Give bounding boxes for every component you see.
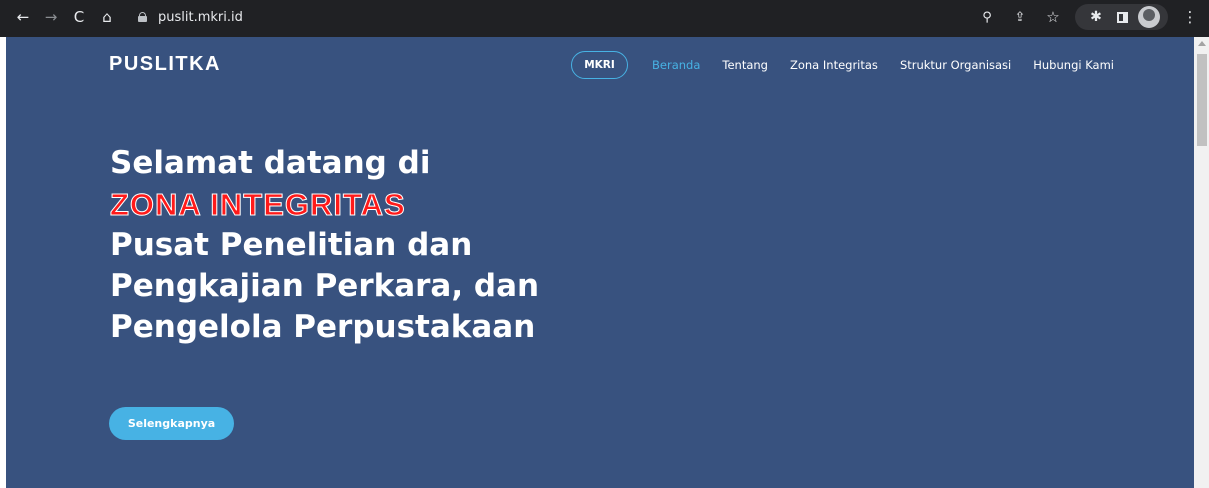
nav-zona-integritas[interactable]: Zona Integritas xyxy=(790,58,878,72)
bookmark-star-icon[interactable]: ☆ xyxy=(1042,6,1064,28)
home-icon[interactable]: ⌂ xyxy=(96,6,118,28)
menu-kebab-icon[interactable]: ⋮ xyxy=(1179,6,1201,28)
nav-hubungi-kami[interactable]: Hubungi Kami xyxy=(1033,58,1114,72)
hero-line-3: Pusat Penelitian dan xyxy=(110,227,473,263)
profile-avatar[interactable] xyxy=(1138,6,1160,28)
selengkapnya-button[interactable]: Selengkapnya xyxy=(109,407,234,440)
nav-tentang[interactable]: Tentang xyxy=(722,58,768,72)
browser-actions: ⚲ ⇪ ☆ ✱ ⋮ xyxy=(976,4,1201,30)
hero-highlight: ZONA INTEGRITAS xyxy=(109,187,406,223)
mkri-button[interactable]: MKRI xyxy=(571,51,628,79)
reload-icon[interactable]: C xyxy=(68,6,90,28)
extensions-icon[interactable]: ✱ xyxy=(1085,6,1107,28)
nav-buttons: ← → C ⌂ xyxy=(12,0,118,34)
hero-section: PUSLITKA MKRI Beranda Tentang Zona Integ… xyxy=(6,37,1194,488)
nav-struktur-organisasi[interactable]: Struktur Organisasi xyxy=(900,58,1011,72)
main-nav: MKRI Beranda Tentang Zona Integritas Str… xyxy=(571,49,1136,81)
nav-beranda[interactable]: Beranda xyxy=(652,58,700,72)
site-logo[interactable]: PUSLITKA xyxy=(109,53,221,76)
url-text[interactable]: puslit.mkri.id xyxy=(158,10,243,25)
hero-line-welcome: Selamat datang di xyxy=(110,145,431,181)
browser-toolbar: ← → C ⌂ puslit.mkri.id ⚲ ⇪ ☆ ✱ ⋮ xyxy=(0,0,1209,37)
lock-icon[interactable] xyxy=(138,12,147,22)
address-bar[interactable]: puslit.mkri.id xyxy=(138,5,243,29)
hero-line-4: Pengkajian Perkara, dan xyxy=(110,268,540,304)
scroll-up-icon[interactable] xyxy=(1198,41,1206,46)
share-icon[interactable]: ⇪ xyxy=(1009,6,1031,28)
forward-icon[interactable]: → xyxy=(40,6,62,28)
back-icon[interactable]: ← xyxy=(12,6,34,28)
scrollbar-thumb[interactable] xyxy=(1197,54,1207,146)
side-panel-icon[interactable] xyxy=(1117,11,1128,23)
zoom-icon[interactable]: ⚲ xyxy=(976,6,998,28)
hero-line-5: Pengelola Perpustakaan xyxy=(110,309,536,345)
extensions-group: ✱ xyxy=(1075,4,1168,30)
page-scrollbar[interactable] xyxy=(1194,37,1209,488)
hero-heading: Selamat datang di ZONA INTEGRITAS Pusat … xyxy=(109,143,540,348)
